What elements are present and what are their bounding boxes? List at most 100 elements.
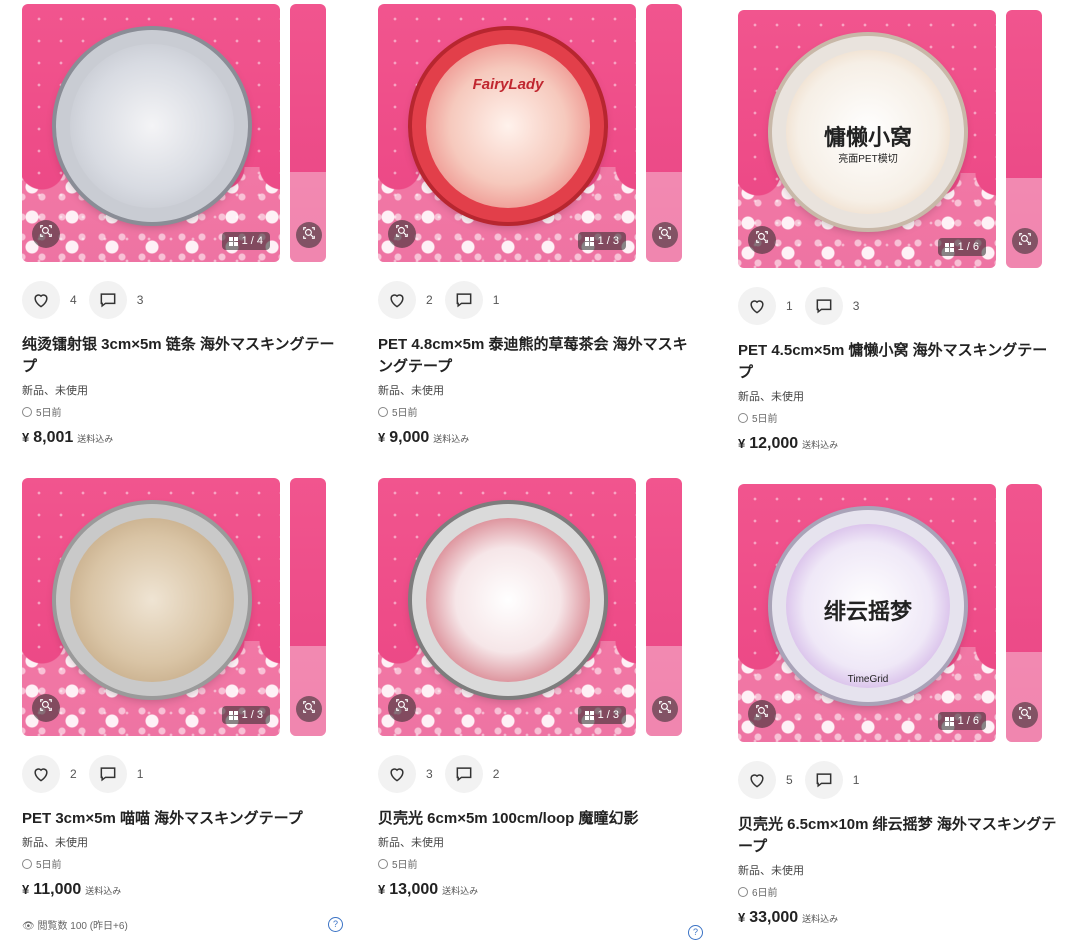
help-icon[interactable]: ?: [688, 925, 703, 940]
next-photo-preview[interactable]: [290, 4, 326, 262]
roll-label: FairyLady: [472, 76, 544, 93]
image-carousel[interactable]: 绯云摇梦 TimeGrid 1 / 6: [738, 484, 1080, 744]
product-photo[interactable]: FairyLady 1 / 3: [378, 4, 636, 262]
product-card[interactable]: 1 / 3 2 1 PET 3cm×5m 喵喵 海外マスキングテープ 新品、未使…: [22, 478, 367, 899]
zoom-icon[interactable]: [388, 220, 416, 248]
comment-icon: [98, 290, 118, 310]
clock-icon: [738, 412, 748, 423]
item-condition: 新品、未使用: [22, 837, 88, 849]
product-card[interactable]: 慵懒小窝 亮面PET模切 1 / 6 1 3 PET 4.5cm×5m 慵懒小窝…: [738, 10, 1080, 453]
item-condition: 新品、未使用: [738, 391, 804, 403]
product-photo[interactable]: 绯云摇梦 TimeGrid 1 / 6: [738, 484, 996, 742]
tape-roll-image: FairyLady: [412, 30, 604, 222]
eye-icon: 👁: [22, 921, 35, 932]
heart-icon: [747, 296, 767, 316]
comment-icon: [814, 770, 834, 790]
zoom-icon[interactable]: [748, 700, 776, 728]
zoom-icon[interactable]: [32, 220, 60, 248]
listing-time: 5日前: [738, 410, 1080, 425]
listing-time-text: 6日前: [752, 888, 778, 899]
next-photo-preview[interactable]: [646, 478, 682, 736]
product-title[interactable]: PET 3cm×5m 喵喵 海外マスキングテープ: [22, 808, 342, 830]
zoom-icon[interactable]: [1012, 228, 1038, 254]
product-title[interactable]: 贝壳光 6.5cm×10m 绯云摇梦 海外マスキングテープ: [738, 814, 1058, 858]
next-photo-preview[interactable]: [290, 478, 326, 736]
item-condition: 新品、未使用: [22, 385, 88, 397]
price: ¥ 9,000 送料込み: [378, 429, 723, 447]
zoom-icon[interactable]: [652, 222, 678, 248]
image-counter-text: 1 / 4: [241, 235, 263, 247]
listing-time: 6日前: [738, 884, 1080, 899]
product-photo[interactable]: 1 / 3: [22, 478, 280, 736]
product-photo[interactable]: 1 / 3: [378, 478, 636, 736]
like-button[interactable]: [378, 755, 416, 793]
product-card[interactable]: 1 / 4 4 3 纯烫镭射银 3cm×5m 链条 海外マスキングテープ 新品、…: [22, 4, 367, 447]
zoom-icon[interactable]: [296, 222, 322, 248]
comment-button[interactable]: [88, 281, 127, 319]
currency-symbol: ¥: [738, 910, 746, 925]
roll-label: 绯云摇梦: [823, 599, 912, 624]
item-condition: 新品、未使用: [738, 865, 804, 877]
image-carousel[interactable]: FairyLady 1 / 3: [378, 4, 723, 264]
currency-symbol: ¥: [22, 430, 30, 445]
product-photo[interactable]: 慵懒小窝 亮面PET模切 1 / 6: [738, 10, 996, 268]
comment-count: 3: [852, 299, 860, 313]
comment-button[interactable]: [444, 281, 483, 319]
tape-roll-image: 慵懒小窝 亮面PET模切: [772, 36, 964, 228]
zoom-icon[interactable]: [1012, 702, 1038, 728]
zoom-icon[interactable]: [748, 226, 776, 254]
image-carousel[interactable]: 1 / 4: [22, 4, 367, 264]
tape-roll-image: [56, 30, 248, 222]
shipping-note: 送料込み: [802, 440, 839, 450]
like-button[interactable]: [22, 755, 60, 793]
shipping-note: 送料込み: [433, 434, 470, 444]
item-condition: 新品、未使用: [378, 837, 444, 849]
heart-icon: [747, 770, 767, 790]
comment-icon: [454, 764, 474, 784]
view-count-text: 閲覧数 100 (昨日+6): [37, 921, 128, 932]
zoom-icon[interactable]: [652, 696, 678, 722]
like-button[interactable]: [738, 761, 776, 799]
zoom-icon[interactable]: [32, 694, 60, 722]
product-card[interactable]: 绯云摇梦 TimeGrid 1 / 6 5 1 贝壳光 6.5cm×10m 绯云…: [738, 484, 1080, 927]
image-counter-text: 1 / 6: [957, 715, 979, 727]
shipping-note: 送料込み: [802, 914, 839, 924]
product-card[interactable]: 1 / 3 3 2 贝壳光 6cm×5m 100cm/loop 魔瞳幻影 新品、…: [378, 478, 723, 899]
price-amount: 13,000: [389, 881, 439, 898]
comment-count: 1: [852, 773, 860, 787]
item-condition: 新品、未使用: [378, 385, 444, 397]
comment-button[interactable]: [804, 761, 843, 799]
listing-time-text: 5日前: [36, 860, 62, 871]
heart-icon: [31, 290, 51, 310]
image-carousel[interactable]: 1 / 3: [378, 478, 723, 738]
comment-button[interactable]: [88, 755, 127, 793]
product-title[interactable]: PET 4.5cm×5m 慵懒小窝 海外マスキングテープ: [738, 340, 1058, 384]
shipping-note: 送料込み: [442, 886, 479, 896]
image-carousel[interactable]: 慵懒小窝 亮面PET模切 1 / 6: [738, 10, 1080, 270]
gallery-icon: [944, 242, 954, 252]
currency-symbol: ¥: [22, 882, 30, 897]
shipping-note: 送料込み: [85, 886, 122, 896]
price-amount: 12,000: [749, 435, 799, 452]
like-button[interactable]: [378, 281, 416, 319]
next-photo-preview[interactable]: [1006, 484, 1042, 742]
zoom-icon[interactable]: [296, 696, 322, 722]
like-button[interactable]: [22, 281, 60, 319]
image-counter-text: 1 / 3: [597, 709, 619, 721]
shipping-note: 送料込み: [77, 434, 114, 444]
image-carousel[interactable]: 1 / 3: [22, 478, 367, 738]
heart-icon: [387, 764, 407, 784]
product-title[interactable]: 纯烫镭射银 3cm×5m 链条 海外マスキングテープ: [22, 334, 342, 378]
product-photo[interactable]: 1 / 4: [22, 4, 280, 262]
next-photo-preview[interactable]: [646, 4, 682, 262]
zoom-icon[interactable]: [388, 694, 416, 722]
product-card[interactable]: FairyLady 1 / 3 2 1 PET 4.8cm×5m 泰迪熊的草莓茶…: [378, 4, 723, 447]
product-title[interactable]: PET 4.8cm×5m 泰迪熊的草莓茶会 海外マスキングテープ: [378, 334, 698, 378]
like-button[interactable]: [738, 287, 776, 325]
product-title[interactable]: 贝壳光 6cm×5m 100cm/loop 魔瞳幻影: [378, 808, 698, 830]
next-photo-preview[interactable]: [1006, 10, 1042, 268]
roll-label: 慵懒小窝: [823, 125, 912, 150]
listing-time: 5日前: [378, 404, 723, 419]
comment-button[interactable]: [804, 287, 843, 325]
comment-button[interactable]: [444, 755, 483, 793]
